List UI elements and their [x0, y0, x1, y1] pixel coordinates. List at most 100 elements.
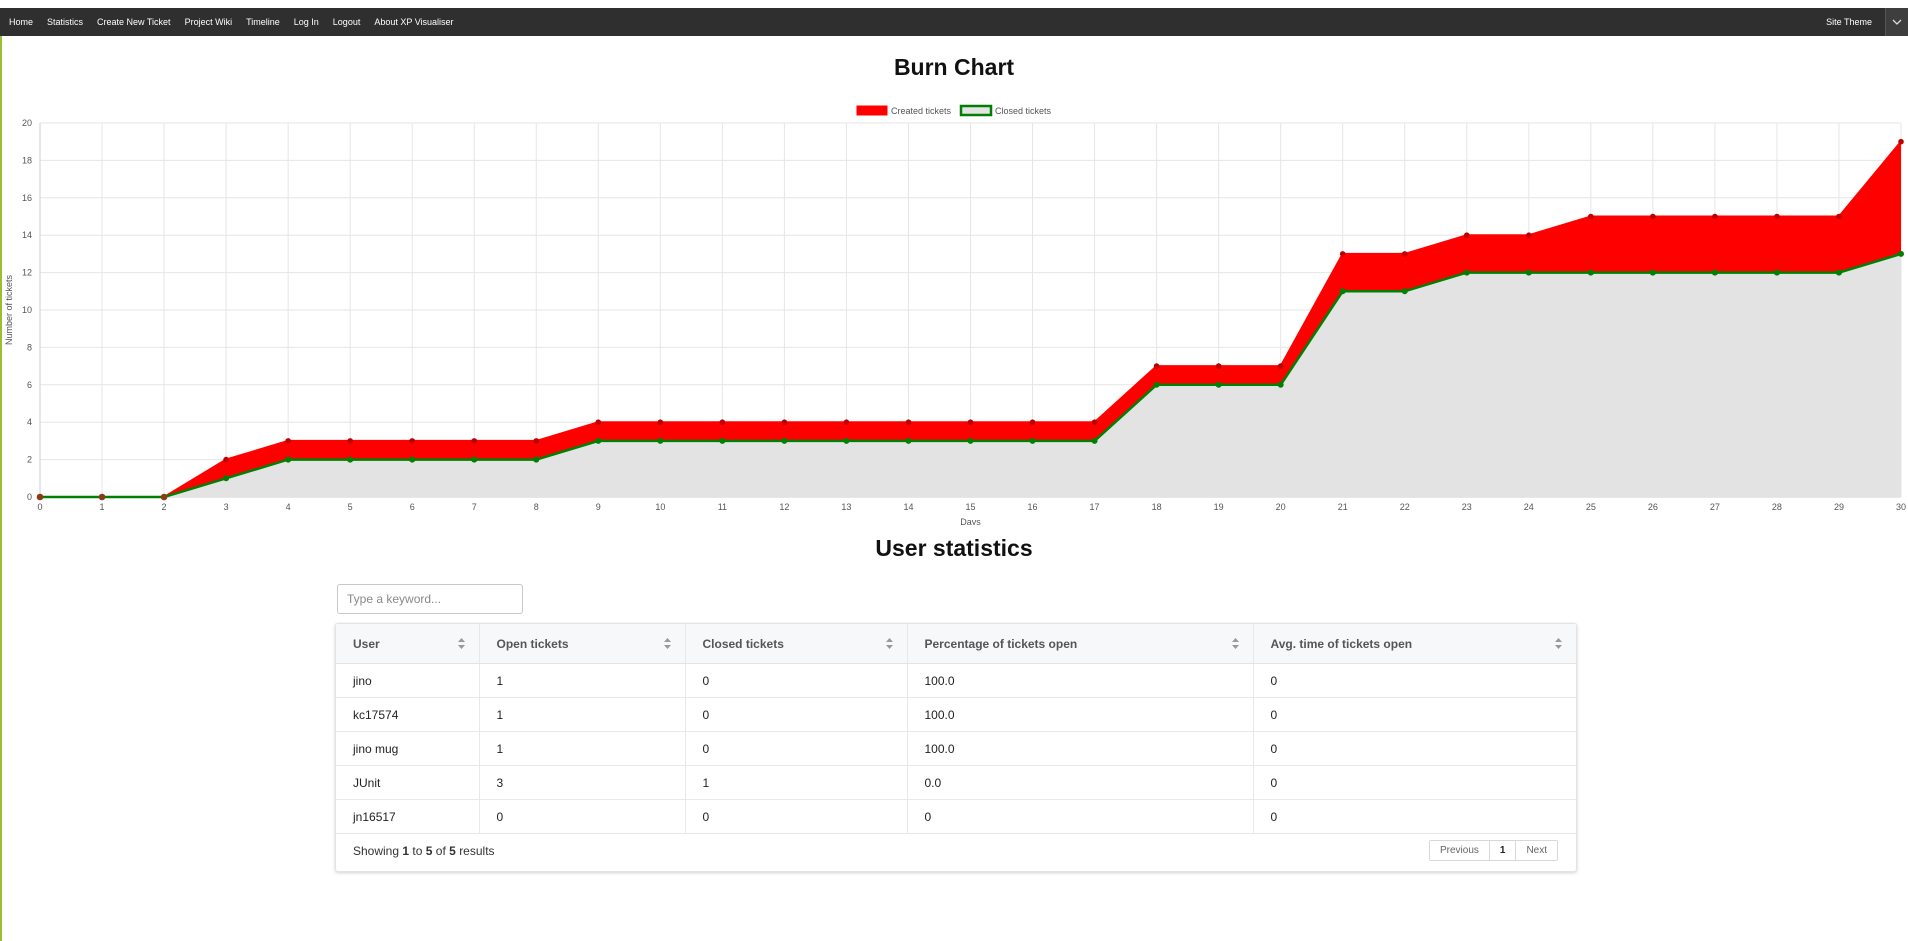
y-tick-label: 2 — [27, 455, 32, 465]
cell-user: jino — [336, 663, 480, 698]
footer-total: 5 — [449, 844, 456, 858]
closed-point — [1711, 269, 1718, 276]
x-tick-label: 11 — [718, 502, 727, 512]
x-tick-label: 12 — [779, 502, 789, 512]
footer-from: 1 — [402, 844, 410, 858]
x-tick-label: 18 — [1152, 502, 1162, 512]
cell-closed: 0 — [685, 697, 908, 732]
pagination: Previous 1 Next — [1428, 840, 1558, 861]
x-tick-label: 9 — [596, 502, 601, 512]
created-point — [1588, 213, 1594, 220]
col-user-label: User — [353, 636, 380, 651]
table-row: jn16517 0 0 0 0 — [336, 799, 1576, 834]
nav-logout[interactable]: Logout — [333, 17, 361, 27]
closed-point — [409, 456, 416, 463]
col-user[interactable]: User — [336, 624, 480, 664]
legend-label-closed: Closed tickets — [995, 106, 1052, 116]
created-point — [1277, 363, 1284, 369]
x-tick-label: 8 — [534, 502, 539, 512]
closed-point — [719, 437, 726, 444]
y-axis-label: Number of tickets — [4, 274, 14, 345]
cell-avg-time: 0 — [1253, 663, 1576, 698]
cell-user: kc17574 — [336, 697, 480, 732]
burn-chart-title: Burn Chart — [893, 54, 1015, 80]
closed-point — [347, 456, 354, 463]
created-point — [967, 419, 974, 426]
y-tick-label: 10 — [22, 305, 32, 315]
search-input[interactable] — [337, 584, 523, 614]
x-tick-label: 3 — [224, 502, 229, 512]
table-header-row: User Open tickets Closed tickets Percent… — [336, 624, 1576, 664]
user-statistics-title: User statistics — [875, 535, 1033, 561]
x-tick-label: 2 — [162, 502, 167, 512]
closed-point — [1277, 381, 1284, 388]
page-1-button[interactable]: 1 — [1489, 841, 1517, 860]
y-tick-label: 6 — [27, 380, 32, 390]
cell-closed: 0 — [685, 663, 908, 698]
cell-percentage: 100.0 — [907, 731, 1254, 766]
nav-about[interactable]: About XP Visualiser — [374, 17, 453, 27]
footer-showing-word: Showing — [353, 844, 400, 858]
nav-project-wiki[interactable]: Project Wiki — [185, 17, 233, 27]
created-point — [1401, 251, 1408, 257]
col-percentage-open-label: Percentage of tickets open — [924, 636, 1078, 651]
table-row: JUnit 3 1 0.0 0 — [336, 765, 1576, 800]
y-tick-label: 14 — [22, 230, 32, 240]
created-point — [1339, 251, 1346, 257]
created-point — [843, 419, 850, 426]
cell-avg-time: 0 — [1253, 697, 1576, 732]
cell-open: 1 — [479, 697, 686, 732]
y-tick-label: 20 — [22, 118, 32, 128]
next-button[interactable]: Next — [1516, 841, 1557, 860]
created-point — [223, 456, 229, 463]
closed-point — [285, 456, 292, 463]
closed-point — [1153, 381, 1160, 388]
y-tick-label: 8 — [27, 342, 32, 352]
footer-to: 5 — [425, 844, 433, 858]
x-tick-label: 7 — [472, 502, 477, 512]
closed-point — [967, 437, 974, 444]
cell-closed: 0 — [685, 799, 908, 834]
x-tick-label: 19 — [1214, 502, 1224, 512]
x-tick-label: 17 — [1090, 502, 1100, 512]
nav-login[interactable]: Log In — [294, 17, 319, 27]
nav-create-ticket[interactable]: Create New Ticket — [97, 17, 171, 27]
created-point — [1650, 213, 1656, 220]
table-row: kc17574 1 0 100.0 0 — [336, 697, 1576, 732]
created-point — [1774, 213, 1780, 220]
x-tick-label: 22 — [1400, 502, 1410, 512]
closed-point — [657, 437, 664, 444]
closed-point — [1773, 269, 1780, 276]
x-axis-label: Days — [960, 517, 981, 525]
created-point — [1153, 363, 1160, 369]
nav-timeline[interactable]: Timeline — [246, 17, 280, 27]
cell-percentage: 0.0 — [907, 765, 1254, 800]
cell-avg-time: 0 — [1253, 799, 1576, 834]
nav-home[interactable]: Home — [9, 17, 33, 27]
table-footer-summary: Showing 1 to 5 of 5 results — [353, 844, 495, 858]
cell-open: 1 — [479, 731, 686, 766]
theme-dropdown-button[interactable] — [1885, 8, 1908, 36]
closed-point — [223, 475, 230, 482]
cell-user: jino mug — [336, 731, 480, 766]
col-closed-tickets-label: Closed tickets — [702, 636, 784, 651]
col-percentage-open[interactable]: Percentage of tickets open — [907, 624, 1254, 664]
cell-open: 1 — [479, 663, 686, 698]
nav-statistics[interactable]: Statistics — [47, 17, 83, 27]
site-theme-label[interactable]: Site Theme — [1826, 17, 1872, 27]
col-open-tickets[interactable]: Open tickets — [479, 624, 686, 664]
created-point — [409, 438, 416, 444]
closed-point — [1339, 288, 1346, 295]
navbar: Home Statistics Create New Ticket Projec… — [0, 8, 1908, 36]
created-point — [1898, 138, 1904, 145]
previous-button[interactable]: Previous — [1429, 841, 1490, 860]
col-avg-time-open[interactable]: Avg. time of tickets open — [1253, 624, 1576, 664]
x-tick-label: 16 — [1028, 502, 1038, 512]
closed-point — [1898, 250, 1904, 257]
created-point — [595, 419, 602, 426]
col-closed-tickets[interactable]: Closed tickets — [685, 624, 908, 664]
legend-label-created: Created tickets — [891, 106, 952, 116]
created-point — [1463, 232, 1470, 238]
cell-closed: 0 — [685, 731, 908, 766]
cell-percentage: 100.0 — [907, 663, 1254, 698]
